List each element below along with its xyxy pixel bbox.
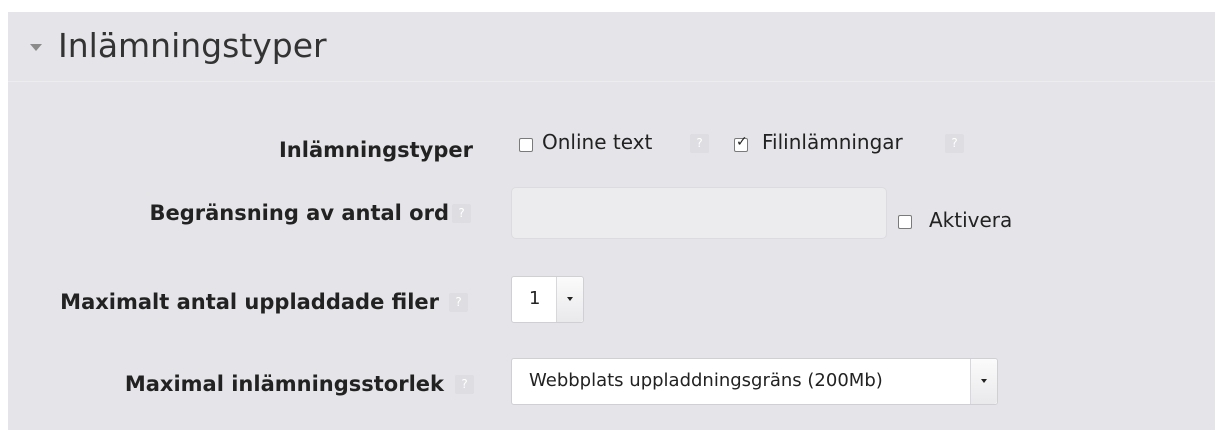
- file-submissions-checkbox[interactable]: [734, 134, 748, 152]
- submission-types-label: Inlämningstyper: [278, 138, 473, 162]
- chevron-down-icon[interactable]: [970, 359, 997, 404]
- max-files-select[interactable]: 1: [511, 276, 584, 323]
- help-icon[interactable]: ?: [945, 134, 964, 153]
- caret-down-icon[interactable]: [30, 44, 42, 51]
- help-icon[interactable]: ?: [690, 134, 709, 153]
- max-size-value: Webbplats uppladdningsgräns (200Mb): [529, 370, 883, 391]
- max-files-label: Maximalt antal uppladdade filer: [60, 290, 439, 314]
- online-text-label[interactable]: Online text: [542, 129, 652, 155]
- help-icon[interactable]: ?: [455, 375, 474, 394]
- word-limit-input[interactable]: [511, 187, 887, 239]
- word-limit-enable-label[interactable]: Aktivera: [929, 207, 1012, 233]
- help-icon[interactable]: ?: [449, 293, 468, 312]
- section-title[interactable]: Inlämningstyper: [58, 24, 327, 68]
- help-icon[interactable]: ?: [452, 204, 471, 223]
- max-size-label: Maximal inlämningsstorlek: [124, 372, 444, 396]
- submission-types-fieldset: Inlämningstyper Inlämningstyper Online t…: [8, 12, 1215, 430]
- max-files-value: 1: [529, 288, 541, 309]
- file-submissions-label[interactable]: Filinlämningar: [762, 129, 903, 155]
- online-text-checkbox[interactable]: [519, 138, 533, 152]
- word-limit-enable-checkbox[interactable]: [898, 215, 912, 229]
- fieldset-legend[interactable]: Inlämningstyper: [8, 12, 1215, 82]
- word-limit-label: Begränsning av antal ord: [149, 201, 449, 225]
- chevron-down-icon[interactable]: [556, 277, 583, 322]
- max-size-select[interactable]: Webbplats uppladdningsgräns (200Mb): [511, 358, 998, 405]
